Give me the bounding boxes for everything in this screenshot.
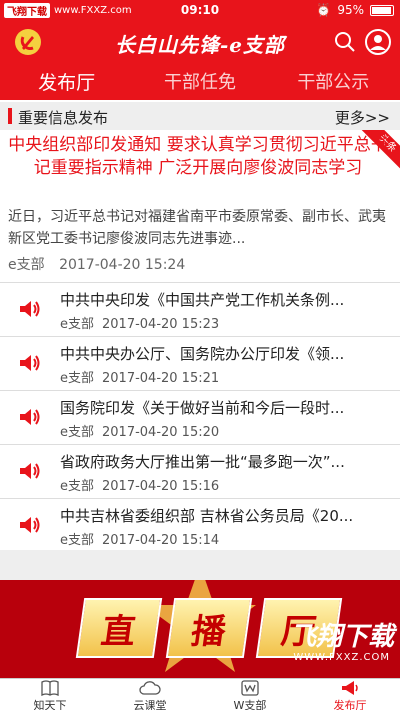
list-item[interactable]: 中共中央印发《中国共产党工作机关条例... e支部 2017-04-20 15:2… (0, 282, 400, 336)
news-date: 2017-04-20 15:16 (102, 479, 220, 494)
news-meta: e支部 2017-04-20 15:14 (60, 529, 219, 548)
news-date: 2017-04-20 15:14 (102, 533, 220, 548)
featured-source: e支部 (8, 257, 45, 273)
nav-item-know-world[interactable]: 知天下 (0, 679, 100, 710)
featured-date: 2017-04-20 15:24 (59, 257, 186, 273)
list-item[interactable]: 中共吉林省委组织部 吉林省公务员局《20... e支部 2017-04-20 15… (0, 498, 400, 552)
section-header: 重要信息发布 更多>> (0, 102, 400, 130)
live-hall-banner[interactable]: 直 播 厅 飞翔下载 WWW.FXXZ.COM (0, 580, 400, 678)
news-title: 中共中央印发《中国共产党工作机关条例... (60, 291, 345, 309)
battery-fill (372, 6, 391, 14)
speaker-icon (20, 301, 40, 317)
nav-item-cloud-class[interactable]: 云课堂 (100, 679, 200, 710)
news-date: 2017-04-20 15:21 (102, 371, 220, 386)
list-item[interactable]: 国务院印发《关于做好当前和今后一段时... e支部 2017-04-20 15:2… (0, 390, 400, 444)
list-item[interactable]: 省政府政务大厅推出第一批“最多跑一次”... e支部 2017-04-20 15:… (0, 444, 400, 498)
nav-item-release-hall[interactable]: 发布厅 (300, 679, 400, 710)
banner-char: 直 (75, 598, 163, 658)
featured-summary: 近日，习近平总书记对福建省南平市委原常委、副市长、武夷新区党工委书记廖俊波同志先… (8, 209, 386, 247)
speaker-icon (20, 355, 40, 371)
watermark-url: WWW.FXXZ.COM (293, 652, 390, 663)
news-source: e支部 (60, 317, 94, 332)
bottom-nav: 知天下 云课堂 W支部 发布厅 (0, 678, 400, 710)
speaker-icon (20, 517, 40, 533)
alarm-icon: ⏰ (316, 3, 332, 17)
news-date: 2017-04-20 15:20 (102, 425, 220, 440)
section-marker (8, 108, 12, 124)
news-source: e支部 (60, 533, 94, 548)
tab-cadre-publicity[interactable]: 干部公示 (267, 62, 400, 100)
tab-release-hall[interactable]: 发布厅 (0, 62, 134, 100)
nav-item-w-branch[interactable]: W支部 (200, 679, 300, 710)
list-item[interactable]: 中共中央办公厅、国务院办公厅印发《领... e支部 2017-04-20 15:2… (0, 336, 400, 390)
news-title: 中共中央办公厅、国务院办公厅印发《领... (60, 345, 345, 363)
banner-char: 播 (165, 598, 253, 658)
book-icon (41, 680, 59, 696)
news-date: 2017-04-20 15:23 (102, 317, 220, 332)
news-meta: e支部 2017-04-20 15:21 (60, 367, 219, 386)
cloud-icon (139, 681, 161, 695)
app-header: 长白山先锋-e支部 (0, 22, 400, 62)
news-meta: e支部 2017-04-20 15:16 (60, 475, 219, 494)
speaker-icon (20, 463, 40, 479)
news-list: 中共中央印发《中国共产党工作机关条例... e支部 2017-04-20 15:2… (0, 282, 400, 552)
megaphone-icon (342, 681, 358, 695)
section-title: 重要信息发布 (18, 109, 109, 127)
more-link[interactable]: 更多>> (335, 107, 390, 128)
nav-label: W支部 (233, 699, 267, 710)
news-meta: e支部 2017-04-20 15:23 (60, 313, 219, 332)
news-meta: e支部 2017-04-20 15:20 (60, 421, 219, 440)
news-title: 省政府政务大厅推出第一批“最多跑一次”... (60, 453, 345, 471)
status-right: ⏰ 95% (316, 3, 394, 17)
w-branch-icon (241, 680, 259, 696)
battery-icon (370, 4, 394, 16)
featured-article[interactable]: 头条 中央组织部印发通知 要求认真学习贯彻习近平总书记重要指示精神 广泛开展向廖… (0, 130, 400, 280)
featured-meta: e支部 2017-04-20 15:24 (8, 254, 185, 274)
news-source: e支部 (60, 425, 94, 440)
nav-label: 发布厅 (333, 699, 367, 710)
search-icon[interactable] (334, 31, 356, 53)
speaker-icon (20, 409, 40, 425)
section-divider (0, 550, 400, 580)
status-bar: 飞翔下载 www.FXXZ.com 09:10 ⏰ 95% (0, 0, 400, 22)
news-source: e支部 (60, 371, 94, 386)
nav-label: 云课堂 (133, 699, 167, 710)
nav-label: 知天下 (33, 699, 67, 710)
watermark-text: 飞翔下载 (289, 622, 394, 652)
news-source: e支部 (60, 479, 94, 494)
tab-bar: 发布厅 干部任免 干部公示 (0, 62, 400, 100)
battery-text: 95% (337, 3, 364, 17)
user-icon[interactable] (365, 29, 391, 55)
tab-cadre-appointment[interactable]: 干部任免 (133, 62, 266, 100)
featured-title: 中央组织部印发通知 要求认真学习贯彻习近平总书记重要指示精神 广泛开展向廖俊波同… (8, 135, 388, 178)
news-title: 中共吉林省委组织部 吉林省公务员局《20... (60, 507, 354, 525)
news-title: 国务院印发《关于做好当前和今后一段时... (60, 399, 345, 417)
